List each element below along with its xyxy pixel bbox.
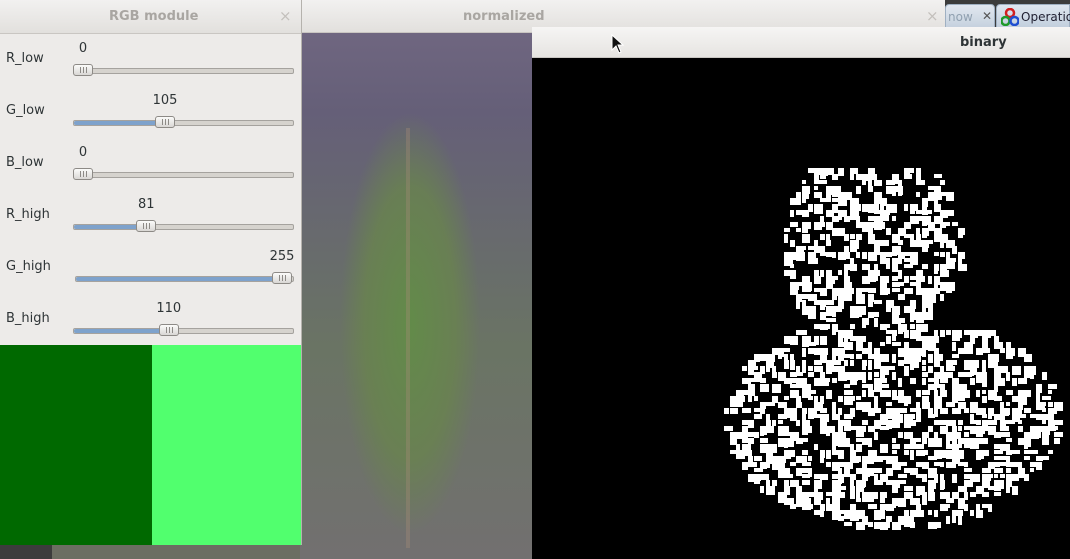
- normalized-image-view: [300, 33, 533, 559]
- slider-fill: [74, 225, 142, 229]
- slider-track[interactable]: [73, 120, 294, 126]
- slider-handle[interactable]: [272, 272, 292, 284]
- slider-handle[interactable]: [136, 220, 157, 232]
- slider-value: 255: [269, 249, 295, 264]
- tab-now[interactable]: now ✕: [945, 4, 995, 28]
- tab-operations[interactable]: Operatio: [996, 4, 1070, 28]
- slider-label: G_high: [6, 259, 51, 274]
- slider-track[interactable]: [75, 276, 294, 282]
- slider-handle[interactable]: [158, 324, 179, 336]
- slider-track[interactable]: [73, 172, 294, 178]
- tab-now-label: now: [948, 10, 973, 24]
- slider-value: 0: [78, 41, 88, 56]
- slider-label: B_low: [6, 155, 44, 170]
- rgb-module-close-icon[interactable]: ×: [279, 9, 292, 24]
- tab-operations-label: Operatio: [1021, 10, 1070, 24]
- slider-handle[interactable]: [73, 168, 93, 180]
- slider-value: 0: [78, 145, 88, 160]
- binary-window-title: binary: [960, 35, 1007, 50]
- normalized-image-strip: [52, 545, 300, 559]
- slider-handle[interactable]: [73, 64, 93, 76]
- normalized-window-title: normalized: [463, 9, 545, 24]
- opencv-logo-icon: [1001, 8, 1019, 26]
- slider-track[interactable]: [73, 68, 294, 74]
- slider-label: G_low: [6, 103, 45, 118]
- rgb-module-title: RGB module: [109, 9, 199, 24]
- leaf-midrib: [406, 128, 410, 548]
- high-color-swatch: [152, 345, 301, 545]
- slider-value: 110: [156, 301, 182, 316]
- slider-label: B_high: [6, 311, 50, 326]
- normalized-close-icon[interactable]: ×: [926, 9, 939, 24]
- low-color-swatch: [0, 345, 152, 545]
- slider-track[interactable]: [73, 224, 294, 230]
- rgb-module-window: RGB module × R_low 0 G_low 105 B_low 0 R_high 8…: [0, 0, 302, 545]
- slider-label: R_high: [6, 207, 50, 222]
- slider-label: R_low: [6, 51, 44, 66]
- mouse-pointer-icon: [611, 34, 625, 54]
- slider-track[interactable]: [73, 328, 294, 334]
- tab-now-close-icon[interactable]: ✕: [982, 9, 992, 23]
- rgb-module-titlebar[interactable]: RGB module ×: [0, 0, 301, 34]
- slider-fill: [76, 277, 277, 281]
- slider-value: 105: [152, 93, 178, 108]
- binary-mask-image: [532, 58, 1070, 559]
- slider-value: 81: [138, 197, 155, 212]
- binary-window: binary: [532, 27, 1070, 559]
- slider-fill: [74, 329, 164, 333]
- slider-fill: [74, 121, 160, 125]
- slider-handle[interactable]: [154, 116, 175, 128]
